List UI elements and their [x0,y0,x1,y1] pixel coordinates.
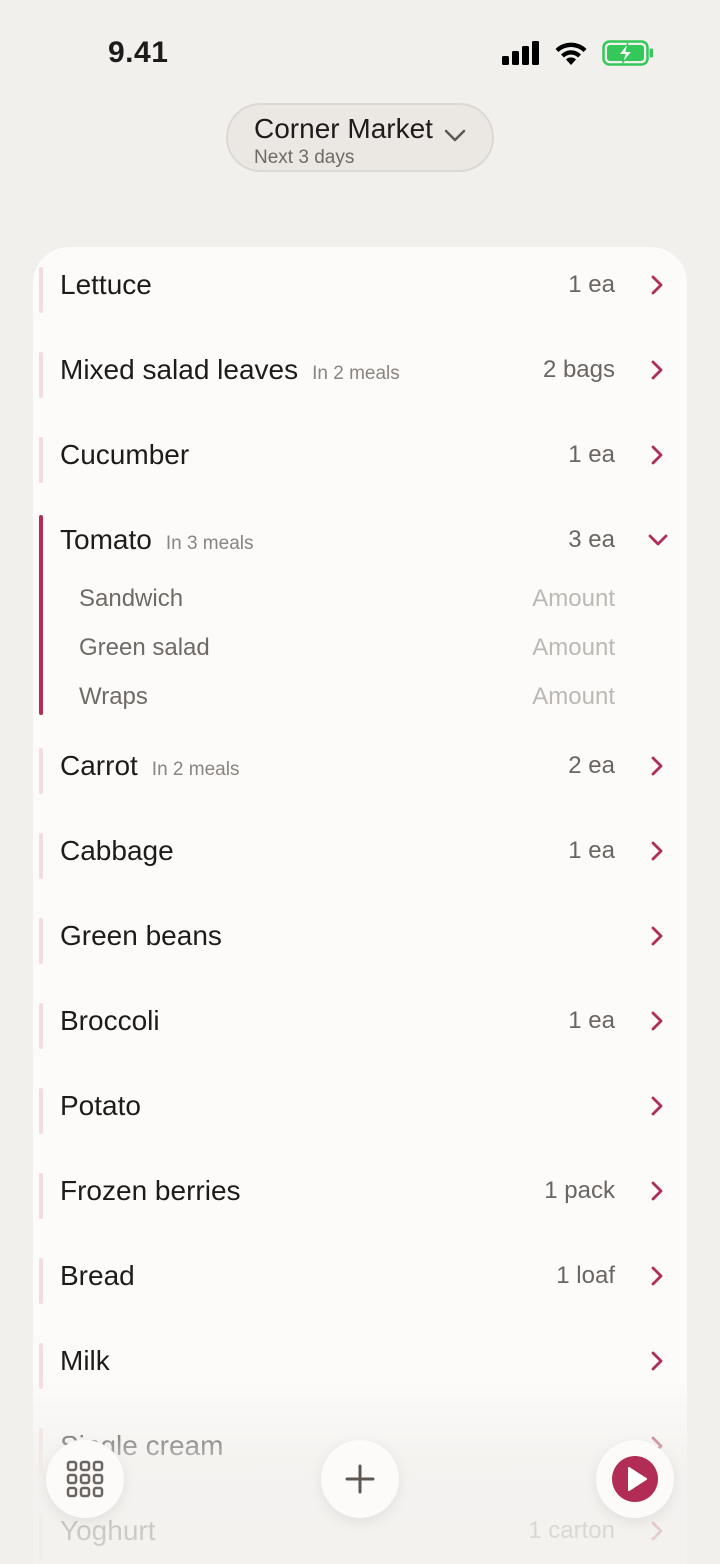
wifi-icon [555,42,587,65]
meal-name: Wraps [79,683,148,710]
chevron-right-icon[interactable] [649,1010,665,1032]
chevron-right-icon[interactable] [649,444,665,466]
item-name: Lettuce [60,269,152,300]
chevron-down-icon [444,129,466,142]
item-name: Tomato In 3 meals [60,524,254,555]
item-quantity: 1 ea [568,1007,615,1034]
chevron-right-icon[interactable] [649,359,665,381]
cellular-signal-icon [502,41,539,65]
chevron-right-icon[interactable] [649,1095,665,1117]
item-name: Green beans [60,920,222,951]
plus-icon [345,1464,375,1494]
list-item[interactable]: Lettuce 1 ea [33,247,687,332]
meal-row: Green salad Amount [33,630,687,674]
item-indicator [39,352,43,398]
item-quantity: 1 pack [544,1177,615,1204]
chevron-right-icon[interactable] [649,925,665,947]
item-quantity: 1 ea [568,837,615,864]
item-indicator [39,1428,43,1474]
item-name: Mixed salad leaves In 2 meals [60,354,400,385]
item-quantity: 1 carton [528,1517,615,1544]
item-name: Cabbage [60,835,174,866]
chevron-right-icon[interactable] [649,755,665,777]
chevron-right-icon[interactable] [649,1180,665,1202]
meal-name: Green salad [79,634,210,661]
item-meals: In 2 meals [151,759,240,780]
item-quantity: 2 ea [568,752,615,779]
grid-icon [66,1460,104,1498]
list-item[interactable]: Broccoli 1 ea [33,983,687,1068]
add-item-button[interactable] [321,1440,399,1518]
chevron-right-icon[interactable] [649,274,665,296]
item-quantity: 1 ea [568,271,615,298]
item-indicator [39,1088,43,1134]
item-name: Frozen berries [60,1175,241,1206]
item-quantity: 2 bags [542,356,615,383]
status-time: 9.41 [108,36,169,69]
store-selector[interactable]: Corner Market Next 3 days [226,103,494,172]
list-item[interactable]: Milk [33,1323,687,1408]
list-item[interactable]: Green beans [33,898,687,983]
item-indicator [39,918,43,964]
play-button[interactable] [596,1440,674,1518]
item-indicator [39,1173,43,1219]
screen: 9.41 Corner Market Next 3 days Lettuce 1… [0,0,720,1564]
meal-amount-field[interactable]: Amount [532,585,615,613]
item-name: Milk [60,1345,110,1376]
item-indicator [39,1513,43,1559]
list-item-expanded[interactable]: Tomato In 3 meals 3 ea [33,502,687,587]
list-item[interactable]: Carrot In 2 meals 2 ea [33,728,687,813]
item-indicator [39,267,43,313]
chevron-right-icon[interactable] [649,1350,665,1372]
status-bar: 9.41 [0,0,720,100]
item-name: Bread [60,1260,135,1291]
chevron-right-icon[interactable] [649,840,665,862]
item-indicator [39,1003,43,1049]
play-icon [612,1456,658,1502]
grid-button[interactable] [46,1440,124,1518]
shopping-list: Lettuce 1 ea Mixed salad leaves In 2 meal… [33,247,687,1564]
item-name: Cucumber [60,439,190,470]
meal-row: Sandwich Amount [33,581,687,625]
chevron-right-icon[interactable] [649,1265,665,1287]
item-indicator [39,1343,43,1389]
meal-amount-field[interactable]: Amount [532,683,615,711]
item-name: Carrot In 2 meals [60,750,240,781]
battery-charging-icon [602,40,653,66]
item-name: Broccoli [60,1005,160,1036]
item-name: Potato [60,1090,141,1121]
chevron-right-icon[interactable] [649,1520,665,1542]
item-meals: In 2 meals [312,363,400,384]
list-item[interactable]: Cabbage 1 ea [33,813,687,898]
list-item[interactable]: Frozen berries 1 pack [33,1153,687,1238]
item-meals: In 3 meals [165,533,254,554]
item-name: Yoghurt [60,1515,156,1546]
list-item[interactable]: Bread 1 loaf [33,1238,687,1323]
item-indicator [39,748,43,794]
item-quantity: 3 ea [568,526,615,553]
list-item[interactable]: Cucumber 1 ea [33,417,687,502]
store-date-range: Next 3 days [254,147,355,168]
chevron-down-icon[interactable] [647,532,669,548]
meal-name: Sandwich [79,585,184,612]
list-item[interactable]: Potato [33,1068,687,1153]
list-item[interactable]: Mixed salad leaves In 2 meals 2 bags [33,332,687,417]
meal-amount-field[interactable]: Amount [532,634,615,662]
item-indicator [39,833,43,879]
item-quantity: 1 loaf [556,1262,615,1289]
meal-row: Wraps Amount [33,679,687,723]
item-indicator [39,437,43,483]
item-quantity: 1 ea [568,441,615,468]
status-icons [502,40,654,66]
item-indicator [39,1258,43,1304]
